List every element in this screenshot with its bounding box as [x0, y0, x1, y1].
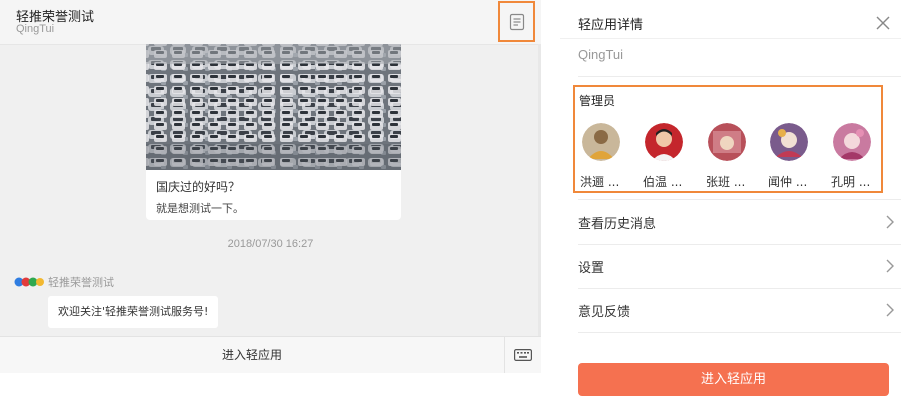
detail-title: 轻应用详情: [578, 18, 644, 33]
divider: [578, 76, 901, 77]
row-label: 查看历史消息: [578, 217, 657, 232]
avatar: [645, 123, 683, 161]
keyboard-icon: [514, 349, 532, 361]
admin-name: 张班 ...: [706, 175, 746, 189]
chat-footer: 进入轻应用: [0, 336, 541, 373]
avatar: [770, 123, 808, 161]
chevron-right-icon: [886, 259, 894, 273]
message-timestamp: 2018/07/30 16:27: [227, 238, 314, 250]
article-description: 就是想测试一下。: [156, 202, 244, 215]
chevron-right-icon: [886, 215, 894, 229]
enter-app-button[interactable]: 进入轻应用: [578, 363, 889, 396]
divider: [578, 332, 901, 333]
admin-name: 洪逦 ...: [580, 175, 620, 189]
avatar: [582, 123, 620, 161]
document-icon: [509, 13, 524, 30]
avatar: [833, 123, 871, 161]
row-label: 意见反馈: [578, 305, 631, 320]
article-title: 国庆过的好吗？: [156, 180, 241, 194]
chat-subtitle: QingTui: [16, 23, 55, 35]
settings-row[interactable]: 设置: [578, 244, 901, 288]
chat-header: 轻推荣誉测试 QingTui: [0, 0, 541, 45]
chevron-right-icon: [886, 303, 894, 317]
admin-name: 伯温 ...: [643, 175, 683, 189]
close-button[interactable]: [870, 10, 896, 36]
chat-panel: 轻推荣誉测试 QingTui 国庆过的好吗？ 就是想测试一下。 2018/07/…: [0, 0, 541, 373]
scrollbar[interactable]: [538, 44, 541, 336]
detail-subtitle: QingTui: [578, 47, 624, 62]
feedback-row[interactable]: 意见反馈: [578, 288, 901, 332]
article-image: [146, 44, 401, 170]
avatar: [708, 123, 746, 161]
admins-section: 管理员 洪逦 ... 伯温 ... 张班 ... 闻仲 ... 孔明 ...: [573, 85, 883, 193]
admin-item[interactable]: 洪逦 ...: [580, 123, 638, 190]
admin-name: 孔明 ...: [831, 175, 871, 189]
keyboard-toggle-button[interactable]: [505, 337, 541, 373]
sender-name: 轻推荣誉测试: [48, 276, 114, 289]
history-messages-row[interactable]: 查看历史消息: [578, 200, 901, 244]
close-icon: [876, 16, 890, 30]
admin-item[interactable]: 伯温 ...: [643, 123, 701, 190]
admin-item[interactable]: 闻仲 ...: [768, 123, 826, 190]
admin-item[interactable]: 孔明 ...: [831, 123, 889, 190]
row-label: 设置: [578, 261, 605, 276]
admin-name: 闻仲 ...: [768, 175, 808, 189]
admins-label: 管理员: [579, 94, 616, 108]
app-detail-button[interactable]: [498, 1, 535, 42]
article-card[interactable]: 国庆过的好吗？ 就是想测试一下。: [146, 44, 401, 220]
message-bubble: 欢迎关注'轻推荣誉测试服务号!: [48, 296, 219, 328]
sender-avatar: [14, 277, 44, 287]
divider: [560, 38, 901, 39]
admin-item[interactable]: 张班 ...: [706, 123, 764, 190]
enter-app-footer-button[interactable]: 进入轻应用: [0, 337, 504, 373]
app-detail-panel: 轻应用详情 QingTui 管理员 洪逦 ... 伯温 ... 张班 ... 闻…: [560, 0, 901, 409]
